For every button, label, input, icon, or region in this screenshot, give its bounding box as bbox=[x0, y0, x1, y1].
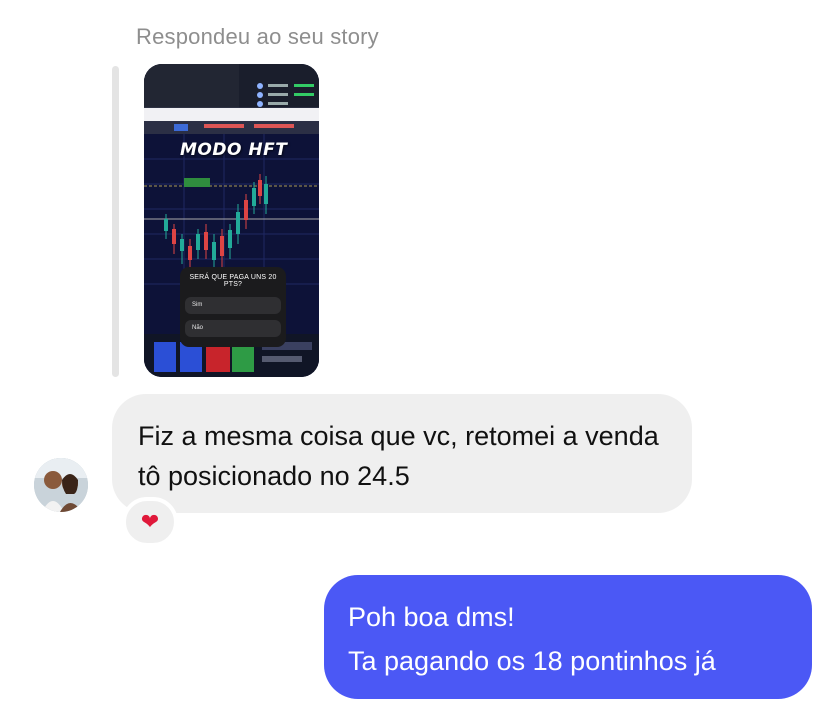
story-poll: SERÁ QUE PAGA UNS 20 PTS? Sim Não bbox=[180, 267, 286, 347]
poll-question: SERÁ QUE PAGA UNS 20 PTS? bbox=[189, 274, 277, 288]
avatar[interactable] bbox=[34, 458, 88, 512]
incoming-message-text: Fiz a mesma coisa que vc, retomei a vend… bbox=[138, 421, 659, 491]
story-title-text: MODO HFT bbox=[180, 140, 288, 160]
outgoing-message-bubble[interactable]: Poh boa dms! Ta pagando os 18 pontinhos … bbox=[324, 575, 812, 699]
outgoing-message-line-1: Poh boa dms! bbox=[348, 602, 515, 632]
outgoing-message-line-2: Ta pagando os 18 pontinhos já bbox=[348, 646, 716, 676]
heart-reaction-icon[interactable]: ❤ bbox=[122, 497, 178, 547]
reply-indicator-bar bbox=[112, 66, 119, 377]
story-thumbnail[interactable]: MODO HFT SERÁ QUE PAGA UNS 20 PTS? Sim N… bbox=[144, 64, 319, 377]
poll-option-nao: Não bbox=[185, 320, 281, 337]
incoming-message-bubble[interactable]: Fiz a mesma coisa que vc, retomei a vend… bbox=[112, 394, 692, 513]
story-reply-caption: Respondeu ao seu story bbox=[136, 24, 379, 49]
poll-option-sim: Sim bbox=[185, 297, 281, 314]
avatar-photo bbox=[34, 458, 88, 512]
